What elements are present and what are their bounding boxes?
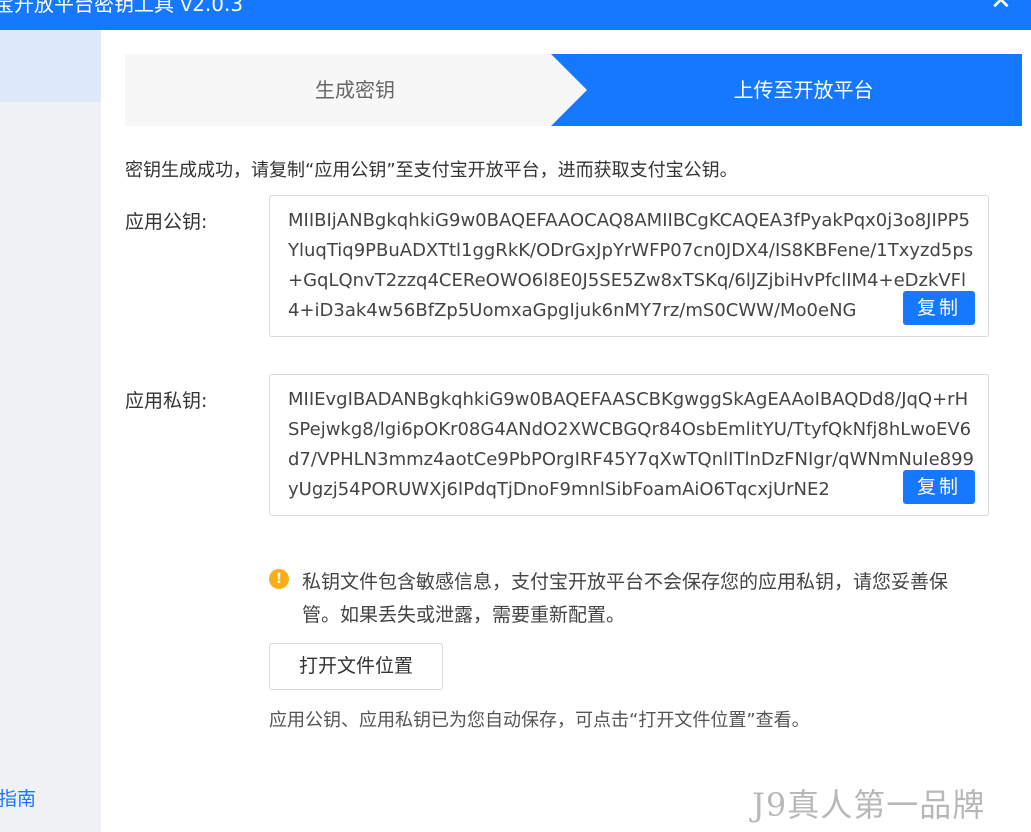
step-indicator: 生成密钥 上传至开放平台: [125, 54, 1022, 126]
copy-public-key-button[interactable]: 复制: [903, 291, 975, 325]
auto-save-note: 应用公钥、应用私钥已为您自动保存，可点击“打开文件位置”查看。: [269, 710, 810, 731]
private-key-field[interactable]: MIIEvgIBADANBgkqhkiG9w0BAQEFAASCBKgwggSk…: [269, 374, 989, 516]
private-key-label: 应用私钥:: [125, 390, 208, 412]
step-upload-platform: 上传至开放平台: [733, 78, 874, 102]
exclamation-circle-icon: !: [269, 569, 289, 589]
warning-text: 私钥文件包含敏感信息，支付宝开放平台不会保存您的应用私钥，请您妥善保管。如果丢失…: [302, 571, 949, 626]
success-description: 密钥生成成功，请复制“应用公钥”至支付宝开放平台，进而获取支付宝公钥。: [125, 160, 738, 181]
window-title: 宝开放平台密钥工具 v2.0.3: [0, 0, 244, 16]
sidebar: 指南: [0, 30, 101, 832]
public-key-text[interactable]: MIIBIjANBgkqhkiG9w0BAQEFAAOCAQ8AMIIBCgKC…: [288, 206, 976, 326]
title-bar: 宝开放平台密钥工具 v2.0.3 ✕: [0, 0, 1031, 30]
public-key-field[interactable]: MIIBIjANBgkqhkiG9w0BAQEFAAOCAQ8AMIIBCgKC…: [269, 195, 989, 337]
open-file-location-button[interactable]: 打开文件位置: [269, 643, 443, 690]
private-key-text[interactable]: MIIEvgIBADANBgkqhkiG9w0BAQEFAASCBKgwggSk…: [288, 385, 976, 505]
sidebar-item-active[interactable]: [0, 30, 101, 102]
sidebar-item-guide[interactable]: 指南: [0, 784, 36, 811]
public-key-label: 应用公钥:: [125, 211, 208, 233]
close-icon[interactable]: ✕: [990, 0, 1012, 16]
step-generate-key: 生成密钥: [315, 78, 395, 102]
copy-private-key-button[interactable]: 复制: [903, 470, 975, 504]
watermark: J9真人第一品牌: [752, 786, 986, 824]
